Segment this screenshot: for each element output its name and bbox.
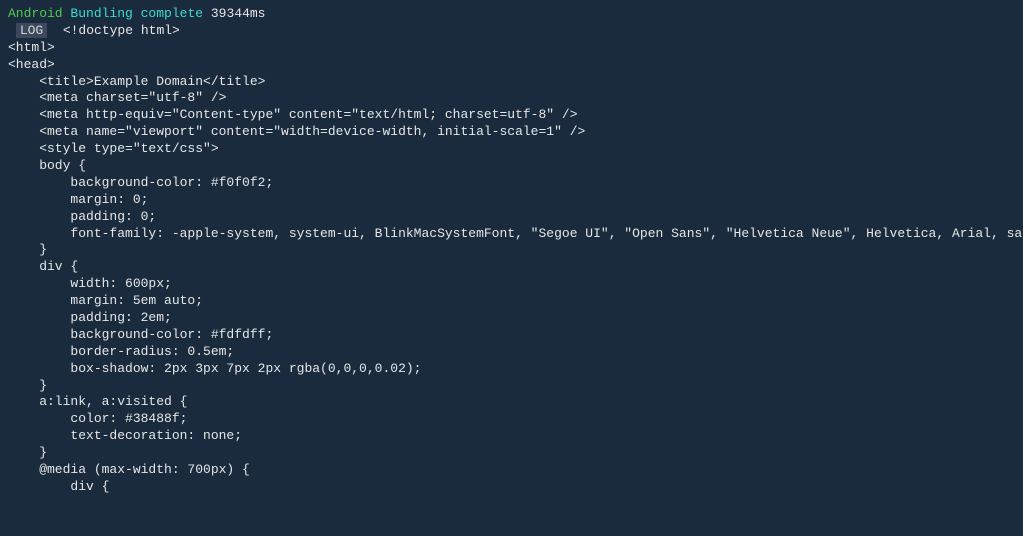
platform-label: Android <box>8 6 63 21</box>
code-line: <title>Example Domain</title> <box>8 74 1015 91</box>
code-line: } <box>8 378 1015 395</box>
code-line: <html> <box>8 40 1015 57</box>
code-line: body { <box>8 158 1015 175</box>
code-line: <meta http-equiv="Content-type" content=… <box>8 107 1015 124</box>
log-doctype: <!doctype html> <box>63 23 180 38</box>
code-line: text-decoration: none; <box>8 428 1015 445</box>
code-line: div { <box>8 259 1015 276</box>
bundle-time: 39344ms <box>211 6 266 21</box>
bundling-status: Bundling complete <box>70 6 203 21</box>
code-line: margin: 0; <box>8 192 1015 209</box>
code-line: <head> <box>8 57 1015 74</box>
log-line: LOG <!doctype html> <box>8 23 1015 40</box>
code-line: padding: 2em; <box>8 310 1015 327</box>
code-line: div { <box>8 479 1015 496</box>
code-line: width: 600px; <box>8 276 1015 293</box>
code-line: padding: 0; <box>8 209 1015 226</box>
code-line: border-radius: 0.5em; <box>8 344 1015 361</box>
code-line: } <box>8 242 1015 259</box>
code-line: box-shadow: 2px 3px 7px 2px rgba(0,0,0,0… <box>8 361 1015 378</box>
code-line: a:link, a:visited { <box>8 394 1015 411</box>
code-line: margin: 5em auto; <box>8 293 1015 310</box>
code-line: background-color: #f0f0f2; <box>8 175 1015 192</box>
code-line: color: #38488f; <box>8 411 1015 428</box>
code-line: <meta name="viewport" content="width=dev… <box>8 124 1015 141</box>
bundling-status-line: Android Bundling complete 39344ms <box>8 6 1015 23</box>
code-line: <meta charset="utf-8" /> <box>8 90 1015 107</box>
log-badge: LOG <box>16 23 47 38</box>
code-line: } <box>8 445 1015 462</box>
code-line: @media (max-width: 700px) { <box>8 462 1015 479</box>
code-line: background-color: #fdfdff; <box>8 327 1015 344</box>
code-line: font-family: -apple-system, system-ui, B… <box>8 226 1015 243</box>
code-line: <style type="text/css"> <box>8 141 1015 158</box>
